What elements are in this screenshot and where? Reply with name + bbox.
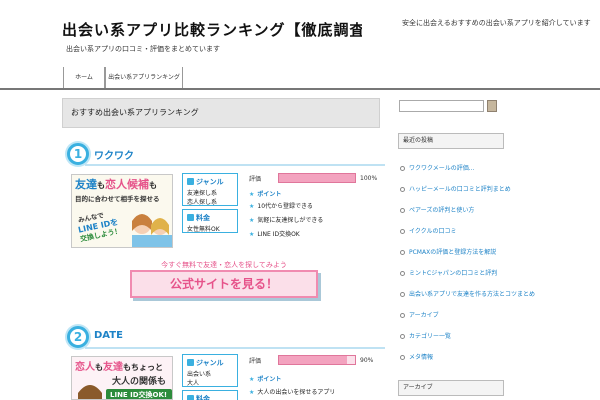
sidebar-link[interactable]: ミントCジャパンの口コミと評判 [400, 268, 497, 277]
star-icon: ★ [249, 231, 255, 238]
sidebar-link[interactable]: カテゴリー一覧 [400, 331, 451, 340]
header-right-text: 安全に出会えるおすすめの出会い系アプリを紹介しています [402, 19, 591, 27]
site-title[interactable]: 出会い系アプリ比較ランキング【徹底調査】 [62, 19, 362, 40]
price-label: 料金 [187, 394, 233, 400]
price-value: 女性無料OK [187, 226, 220, 233]
point-label: ★ ポイント [249, 191, 282, 198]
banner-text-1d: も [149, 181, 157, 190]
sidebar-link[interactable]: ペアーズの評判と使い方 [400, 205, 474, 214]
banner-text-2: 目的に合わせて相手を探せる [75, 194, 160, 203]
sidebar-link[interactable]: PCMAXの評価と登録方法を解説 [400, 247, 496, 256]
score-label: 評価 [249, 176, 262, 183]
yen-icon [187, 214, 194, 221]
price-label: 料金 [187, 213, 233, 223]
bullet-icon [400, 355, 405, 360]
point-item: ★ 大人の出会いを探せるアプリ [249, 389, 336, 396]
widget-title-recent: 最近の投稿 [398, 133, 504, 149]
score-fill [279, 174, 355, 182]
banner-text-1b: も [95, 363, 103, 372]
search-button[interactable] [487, 100, 497, 112]
score-percent: 100% [360, 175, 378, 182]
rank-underline [85, 164, 385, 166]
rank-underline [85, 347, 385, 349]
bullet-icon [400, 313, 405, 318]
banner-illustration: 恋人も友達もちょっと 大人の関係も LINE ID交換OK! [72, 357, 172, 399]
yen-icon [187, 395, 194, 400]
cta-caption: 今すぐ無料で友達・恋人を探してみよう [161, 261, 287, 269]
genre-value: 友達探し系 [187, 190, 218, 197]
price-box-2: 料金 [182, 390, 238, 400]
page-title: おすすめ出会い系アプリランキング [62, 98, 380, 128]
bullet-icon [400, 292, 405, 297]
genre-label: ジャンル [187, 358, 233, 368]
rank-heading-2: 2 DATE [67, 326, 385, 350]
star-icon: ★ [249, 389, 255, 396]
point-item: ★ LINE ID交換OK [249, 231, 300, 238]
score-label: 評価 [249, 358, 262, 365]
genre-label: ジャンル [187, 177, 233, 187]
star-icon: ★ [249, 217, 255, 224]
star-icon: ★ [249, 203, 255, 210]
svg-text:友達も恋人候補も: 友達も恋人候補も [75, 177, 157, 191]
banner-text-3: LINE ID交換OK! [110, 390, 167, 399]
banner-text-1c: 友達 [103, 360, 123, 373]
banner-text-1b: も [97, 181, 105, 190]
point-item: ★ 10代から登録できる [249, 203, 313, 210]
bullet-icon [400, 229, 405, 234]
star-icon: ★ [249, 376, 255, 383]
global-nav: ホーム 出会い系アプリランキング [0, 64, 600, 90]
bullet-icon [400, 334, 405, 339]
nav-item-home[interactable]: ホーム [63, 67, 105, 89]
nav-item-ranking[interactable]: 出会い系アプリランキング [105, 67, 183, 89]
rank-heading-1: 1 ワクワク [67, 143, 385, 167]
banner-text-1a: 友達 [75, 177, 97, 191]
genre-value: 恋人探し系 [187, 199, 218, 206]
rank-number-badge: 1 [67, 143, 89, 165]
official-site-button[interactable]: 公式サイトを見る！ [130, 270, 318, 298]
banner-text-1c: 恋人候補 [105, 177, 149, 191]
bullet-icon [400, 271, 405, 276]
score-percent: 90% [360, 357, 374, 364]
point-item: ★ 気軽に友達探しができる [249, 217, 324, 224]
genre-box-2: ジャンル 出会い系 大人 [182, 354, 238, 387]
rank-name[interactable]: DATE [94, 330, 123, 341]
score-bar [278, 173, 356, 183]
genre-box-1: ジャンル 友達探し系 恋人探し系 [182, 173, 238, 206]
sidebar-link[interactable]: アーカイブ [400, 310, 439, 319]
point-label: ★ ポイント [249, 376, 282, 383]
bullet-icon [400, 208, 405, 213]
bullet-icon [400, 250, 405, 255]
score-bar [278, 355, 356, 365]
banner-text-2: 大人の関係も [112, 375, 166, 387]
nav-divider [0, 88, 600, 90]
bullet-icon [400, 187, 405, 192]
banner-illustration: 友達も恋人候補も 目的に合わせて相手を探せる みんなで LINE IDを 交換し… [72, 175, 172, 247]
tag-icon [187, 178, 194, 185]
genre-value: 出会い系 [187, 371, 212, 378]
search-input[interactable] [399, 100, 484, 112]
bullet-icon [400, 166, 405, 171]
star-icon: ★ [249, 191, 255, 198]
score-fill [279, 356, 348, 364]
rank-number-badge: 2 [67, 326, 89, 348]
site-description: 出会い系アプリの口コミ・評価をまとめています [66, 45, 220, 53]
sidebar-link[interactable]: メタ情報 [400, 352, 433, 361]
widget-title-archive: アーカイブ [398, 380, 504, 396]
sidebar-link[interactable]: イククルの口コミ [400, 226, 456, 235]
sidebar-link[interactable]: ハッピーメールの口コミと評判まとめ [400, 184, 511, 193]
app-banner-2[interactable]: 恋人も友達もちょっと 大人の関係も LINE ID交換OK! [71, 356, 173, 400]
price-box-1: 料金 女性無料OK [182, 209, 238, 233]
page: 出会い系アプリ比較ランキング【徹底調査】 出会い系アプリの口コミ・評価をまとめて… [0, 0, 600, 400]
rank-name[interactable]: ワクワク [94, 147, 134, 162]
sidebar-link[interactable]: ワクワクメールの評価... [400, 163, 474, 172]
app-banner-1[interactable]: 友達も恋人候補も 目的に合わせて相手を探せる みんなで LINE IDを 交換し… [71, 174, 173, 248]
tag-icon [187, 359, 194, 366]
sidebar-link[interactable]: 出会い系アプリで友達を作る方法とコツまとめ [400, 289, 535, 298]
banner-text-1a: 恋人 [75, 360, 96, 373]
banner-text-1d: もちょっと [123, 363, 163, 372]
genre-value: 大人 [187, 380, 200, 387]
